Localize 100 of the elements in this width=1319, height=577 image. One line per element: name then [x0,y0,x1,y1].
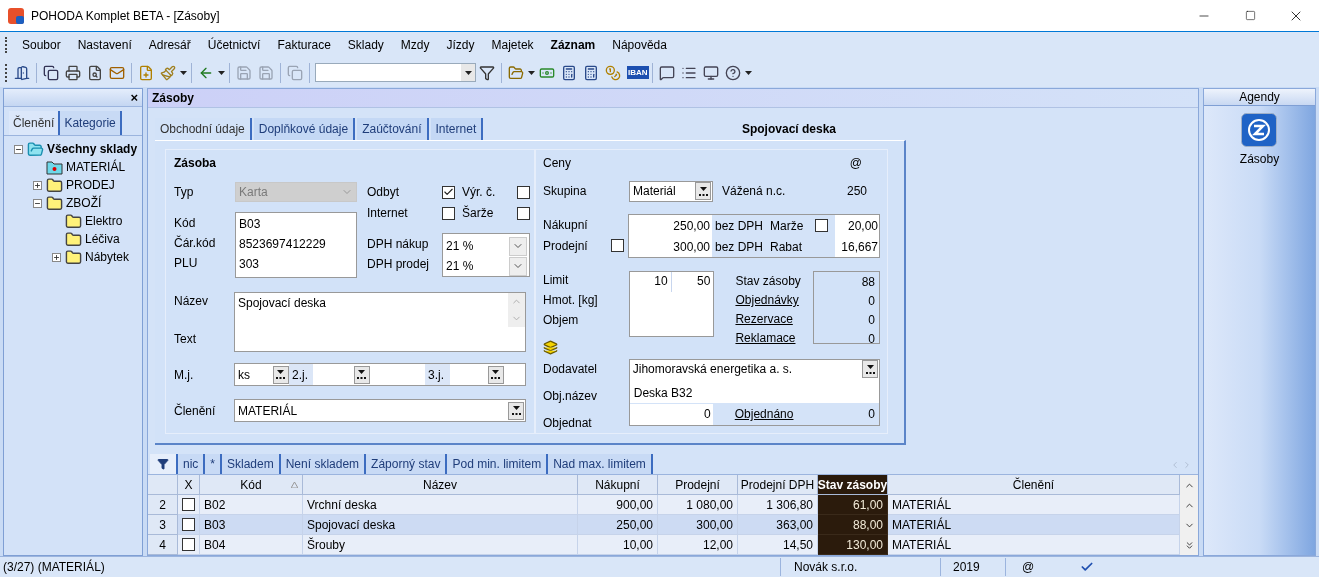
menu-item[interactable]: Záznam [542,36,604,54]
filter-tab[interactable]: Pod min. limitem [447,454,549,474]
expand-icon[interactable] [51,252,61,262]
calculator-icon[interactable] [561,64,577,81]
maximize-icon[interactable] [1244,10,1256,21]
dropdown-button[interactable] [353,365,370,384]
link[interactable]: Rezervace [735,310,814,327]
exit-icon[interactable] [14,64,30,81]
text-field[interactable]: 16,667 [835,236,879,257]
combo-field[interactable] [315,63,476,82]
column-header[interactable]: Prodejní DPH [738,475,818,495]
menu-item[interactable]: Nápověda [604,36,675,54]
menu-item[interactable]: Mzdy [392,36,438,54]
text-field[interactable]: 21 % [443,237,509,255]
text-field[interactable]: 300,00 [629,236,712,257]
menu-item[interactable]: Soubor [14,36,69,54]
coins-icon[interactable] [605,64,621,81]
caret-icon[interactable] [744,70,752,75]
agenda-icon[interactable] [1241,113,1278,147]
collapse-icon[interactable] [32,198,42,208]
checkbox[interactable] [182,498,195,511]
column-header[interactable]: Stav zásoby [818,475,888,495]
filter-tab[interactable]: nic [178,454,206,474]
dropdown-button[interactable] [487,365,504,384]
units-field[interactable]: ks 2.j. 3.j. [233,363,526,386]
text-field[interactable]: Materiál [633,182,676,200]
link[interactable]: Objednáno [734,405,794,424]
filter-tab[interactable]: Záporný stav [366,454,448,474]
preview-icon[interactable] [87,64,103,81]
text-field[interactable]: Deska B32 [629,384,879,402]
help-icon[interactable] [724,64,741,81]
dropdown-button[interactable] [508,401,524,420]
menu-item[interactable]: Jízdy [438,36,483,54]
tree-item[interactable]: MATERIÁL [66,158,126,176]
text-field[interactable]: 10 [629,272,672,292]
message-icon[interactable] [658,64,675,81]
caret-icon[interactable] [218,70,225,75]
filter-icon[interactable] [479,64,495,81]
mail-icon[interactable] [109,64,125,81]
tree-item[interactable]: PRODEJ [66,176,115,194]
checkbox[interactable] [442,206,455,220]
checkbox[interactable] [815,219,828,232]
dropdown-button[interactable] [695,182,711,200]
tree-item[interactable]: Léčiva [85,230,120,248]
column-header[interactable]: Členění [888,475,1180,495]
menu-item[interactable]: Účetnictví [199,36,269,54]
checkbox[interactable] [611,239,624,252]
column-header[interactable]: Název [303,475,578,495]
table-row[interactable]: B03 Spojovací deska 250,00 300,00 363,00 88,00 MATERIÁL [200,515,1180,535]
text-field[interactable]: 303 [239,255,353,271]
text-field[interactable]: 0 [629,403,713,425]
column-header[interactable]: Prodejní [658,475,738,495]
text-field[interactable]: 8523697412229 [239,235,353,251]
dropdown-button[interactable] [272,365,289,384]
expand-icon[interactable] [32,180,42,190]
filter-tab[interactable]: * [205,454,222,474]
table-row[interactable]: B02 Vrchní deska 900,00 1 080,00 1 306,80 61,00 MATERIÁL [200,495,1180,515]
text-field[interactable]: 21 % [443,257,509,275]
iban-button[interactable]: IBAN [627,66,649,79]
column-header[interactable]: Kód [200,475,303,495]
tree-item[interactable]: Nábytek [85,248,130,266]
text-field[interactable]: 20,00 [835,215,879,236]
text-field[interactable]: 250,00 [629,215,712,236]
printer-icon[interactable] [65,64,81,81]
text-field[interactable]: ks [234,365,273,384]
tree-item[interactable]: ZBOŽÍ [66,194,102,212]
agenda-header[interactable]: Agendy [1204,89,1315,106]
tab[interactable]: Členění [9,111,61,135]
menu-item[interactable]: Nastavení [69,36,140,54]
checkbox[interactable] [182,518,195,531]
filter-tab[interactable] [150,454,178,474]
tree-item[interactable]: Elektro [85,212,123,230]
close-icon[interactable]: × [130,91,138,104]
collapse-icon[interactable] [13,144,23,154]
checkbox[interactable] [182,538,195,551]
table-row[interactable]: B04 Šrouby 10,00 12,00 14,50 130,00 MATERIÁL [200,535,1180,555]
group-select[interactable]: Materiál [629,180,713,202]
tab[interactable]: Internet [430,118,484,140]
dropdown-button[interactable] [862,360,878,378]
column-header[interactable]: X [178,475,200,495]
checkbox[interactable] [517,185,530,199]
link[interactable]: Reklamace [735,329,814,346]
tab[interactable]: Kategorie [60,111,122,135]
menu-item[interactable]: Adresář [140,36,199,54]
new-file-icon[interactable] [138,64,154,81]
filter-tab[interactable]: Nad max. limitem [548,454,653,474]
folder-icon[interactable] [508,64,524,81]
menu-item[interactable]: Sklady [339,36,392,54]
filter-tab[interactable]: Není skladem [280,454,367,474]
tab[interactable]: Zaúčtování [357,118,429,140]
menu-item[interactable]: Majetek [483,36,542,54]
menu-item[interactable]: Fakturace [269,36,339,54]
copy-icon[interactable] [43,64,59,81]
tab[interactable]: Doplňkové údaje [253,118,356,140]
link[interactable]: Objednávky [735,291,814,308]
agenda-label[interactable]: Zásoby [1239,150,1280,168]
filter-tab[interactable]: Skladem [222,454,281,474]
caret-icon[interactable] [180,70,187,75]
text-field[interactable]: 50 [671,272,714,290]
caret-icon[interactable] [528,70,535,75]
